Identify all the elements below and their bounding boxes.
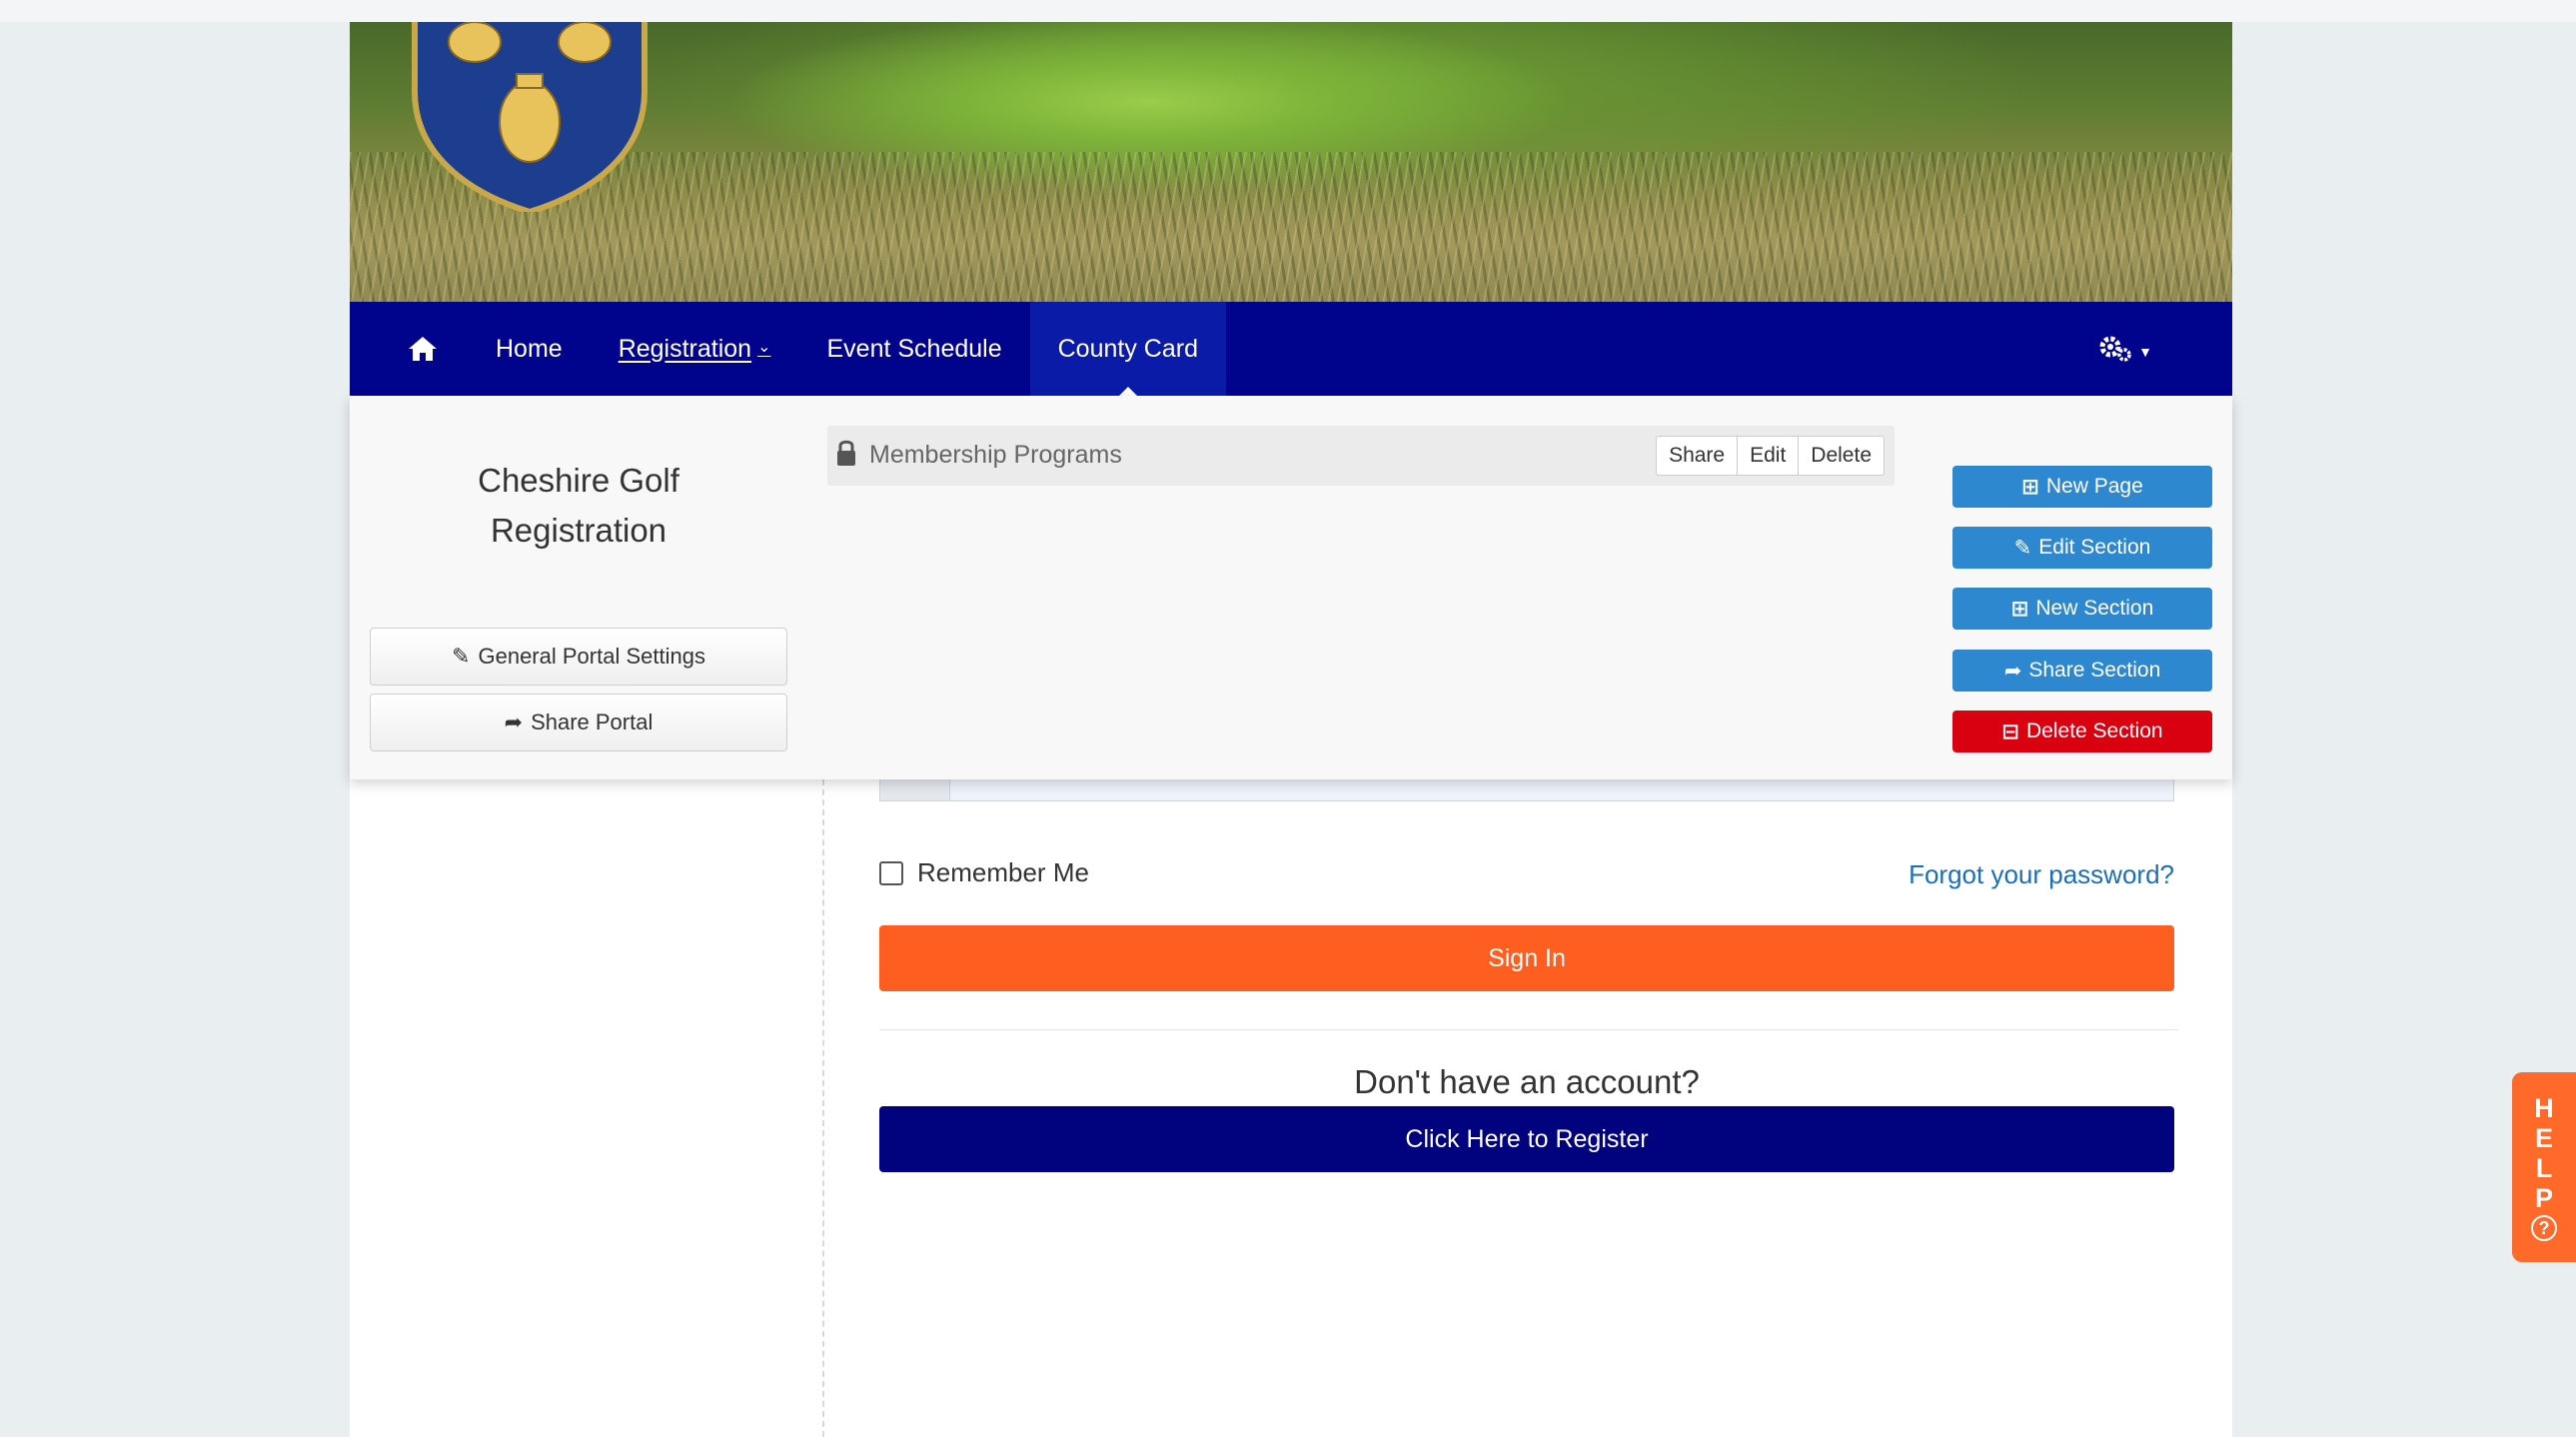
nav-county-card[interactable]: County Card bbox=[1029, 302, 1226, 396]
section-share-button[interactable]: Share bbox=[1656, 436, 1739, 476]
home-icon bbox=[409, 337, 437, 361]
nav-registration[interactable]: Registration ⌄ bbox=[591, 302, 799, 396]
chevron-down-icon: ⌄ bbox=[757, 339, 771, 356]
help-letter-p: P bbox=[2534, 1183, 2553, 1213]
delete-section-button[interactable]: ⊟ Delete Section bbox=[1952, 711, 2212, 752]
delete-section-label: Delete Section bbox=[2026, 719, 2163, 742]
help-letter-l: L bbox=[2535, 1153, 2553, 1183]
help-letter-h: H bbox=[2534, 1093, 2554, 1123]
nav-home-label: Home bbox=[496, 334, 563, 363]
share-portal-button[interactable]: ➦ Share Portal bbox=[370, 694, 787, 751]
new-section-label: New Section bbox=[2035, 597, 2154, 620]
admin-edit-panel: Cheshire Golf Registration ✎ General Por… bbox=[350, 396, 2232, 779]
remember-me-checkbox[interactable] bbox=[879, 860, 903, 885]
portal-title-line2: Registration bbox=[490, 512, 667, 549]
share-icon: ➦ bbox=[504, 710, 524, 734]
new-page-button[interactable]: ⊞ New Page bbox=[1952, 466, 2212, 508]
top-strip bbox=[0, 0, 2576, 22]
new-section-button[interactable]: ⊞ New Section bbox=[1952, 588, 2212, 630]
minus-square-icon: ⊟ bbox=[2001, 719, 2019, 743]
nav-registration-label: Registration bbox=[618, 334, 752, 363]
county-crest-logo bbox=[412, 22, 647, 212]
page-container: Home Registration ⌄ Event Schedule Count… bbox=[350, 22, 2232, 1437]
main-navbar: Home Registration ⌄ Event Schedule Count… bbox=[350, 302, 2232, 396]
sign-in-button[interactable]: Sign In bbox=[879, 925, 2174, 991]
nav-event-schedule-label: Event Schedule bbox=[826, 334, 1002, 363]
section-button-group: Share Edit Delete bbox=[1656, 436, 1885, 476]
forgot-password-link[interactable]: Forgot your password? bbox=[1909, 859, 2174, 890]
nav-event-schedule[interactable]: Event Schedule bbox=[799, 302, 1030, 396]
remember-me-row: Remember Me bbox=[879, 857, 1089, 888]
no-account-text: Don't have an account? bbox=[1354, 1063, 1700, 1100]
header-banner bbox=[350, 22, 2232, 302]
section-delete-button[interactable]: Delete bbox=[1798, 436, 1885, 476]
section-edit-button[interactable]: Edit bbox=[1737, 436, 1800, 476]
edit-icon: ✎ bbox=[452, 644, 471, 669]
share-portal-label: Share Portal bbox=[531, 710, 653, 734]
section-title: Membership Programs bbox=[869, 441, 1122, 469]
section-header-bar: Membership Programs Share Edit Delete bbox=[827, 426, 1895, 486]
divider-line bbox=[879, 1029, 2178, 1030]
remember-me-label: Remember Me bbox=[917, 857, 1089, 887]
nav-county-card-label: County Card bbox=[1057, 334, 1198, 363]
help-letter-e: E bbox=[2534, 1123, 2553, 1153]
edit-section-label: Edit Section bbox=[2038, 536, 2151, 559]
new-page-label: New Page bbox=[2045, 475, 2143, 498]
edit-section-button[interactable]: ✎ Edit Section bbox=[1952, 527, 2212, 569]
register-button[interactable]: Click Here to Register bbox=[879, 1106, 2174, 1172]
caret-down-icon: ▼ bbox=[2138, 344, 2152, 360]
portal-title: Cheshire Golf Registration bbox=[370, 456, 787, 556]
share-section-button[interactable]: ➦ Share Section bbox=[1952, 650, 2212, 692]
gears-icon bbox=[2099, 336, 2131, 362]
question-circle-icon: ? bbox=[2531, 1215, 2557, 1241]
password-input-partial[interactable] bbox=[879, 779, 2174, 801]
share-icon: ➦ bbox=[2003, 659, 2022, 683]
settings-menu[interactable]: ▼ bbox=[2098, 302, 2152, 396]
plus-square-icon: ⊞ bbox=[2021, 475, 2039, 499]
lock-icon bbox=[837, 440, 855, 466]
nav-home-icon-link[interactable] bbox=[350, 302, 468, 396]
general-portal-settings-label: General Portal Settings bbox=[478, 644, 705, 669]
plus-square-icon: ⊞ bbox=[2010, 597, 2029, 621]
nav-home[interactable]: Home bbox=[468, 302, 591, 396]
share-section-label: Share Section bbox=[2028, 659, 2161, 682]
edit-icon: ✎ bbox=[2013, 536, 2032, 560]
general-portal-settings-button[interactable]: ✎ General Portal Settings bbox=[370, 628, 787, 686]
input-addon bbox=[880, 779, 950, 800]
portal-title-line1: Cheshire Golf bbox=[478, 462, 679, 499]
column-divider bbox=[822, 779, 824, 1437]
help-tab[interactable]: H E L P ? bbox=[2512, 1072, 2576, 1262]
